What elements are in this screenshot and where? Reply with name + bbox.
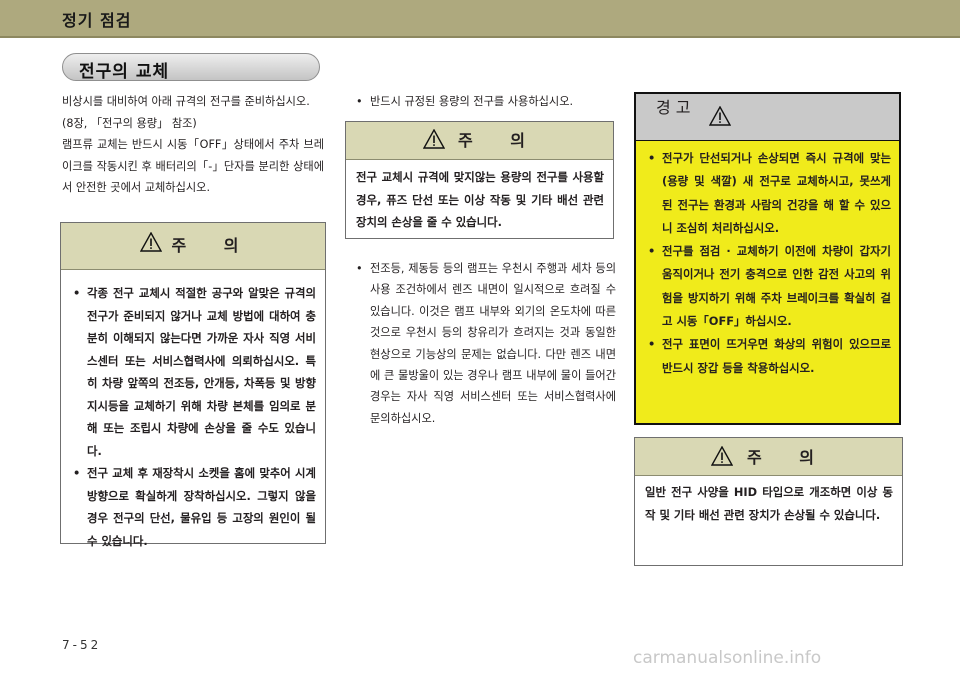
warning-triangle-icon (709, 106, 731, 126)
warning-item-1: 전구가 단선되거나 손상되면 즉시 규격에 맞는(용량 및 색깔) 새 전구로 … (640, 147, 891, 240)
caution-box-right: 주 의 일반 전구 사양을 HID 타입으로 개조하면 이상 동작 및 기타 배… (634, 437, 903, 566)
caution-left-list: 각종 전구 교체시 적절한 공구와 알맞은 규격의 전구가 준비되지 않거나 교… (61, 270, 325, 552)
warning-item-3: 전구 표면이 뜨거우면 화상의 위험이 있으므로 반드시 장갑 등을 착용하십시… (640, 333, 891, 380)
caution-box-right-header: 주 의 (635, 438, 902, 476)
middle-bottom-bullet-wrap: 전조등, 제동등 등의 램프는 우천시 주행과 세차 등의 사용 조건하에서 렌… (348, 258, 616, 429)
warning-box-title: 경 고 (656, 98, 691, 117)
caution-box-middle-header: 주 의 (346, 122, 613, 160)
caution-left-item-1: 각종 전구 교체시 적절한 공구와 알맞은 규격의 전구가 준비되지 않거나 교… (65, 282, 316, 462)
middle-top-bullet-wrap: 반드시 규정된 용량의 전구를 사용하십시오. (348, 91, 610, 113)
left-intro: 비상시를 대비하여 아래 규격의 전구를 준비하십시오. (8장, 「전구의 용… (62, 91, 324, 199)
caution-box-middle: 주 의 전구 교체시 규격에 맞지않는 용량의 전구를 사용할 경우, 퓨즈 단… (345, 121, 614, 239)
section-header-bar: 정기 점검 (0, 0, 960, 36)
caution-box-left-title: 주 의 (171, 236, 255, 255)
caution-right-text: 일반 전구 사양을 HID 타입으로 개조하면 이상 동작 및 기타 배선 관련… (645, 485, 893, 522)
caution-left-item-2: 전구 교체 후 재장착시 소켓을 홈에 맞추어 시계방향으로 확실하게 장착하십… (65, 462, 316, 552)
page-number: 7-52 (62, 638, 102, 652)
page-title: 전구의 교체 (79, 62, 170, 82)
intro-line-3: 램프류 교체는 반드시 시동「OFF」상태에서 주차 브레이크를 작동시킨 후 … (62, 138, 324, 195)
watermark-text: carmanualsonline.info (633, 648, 822, 668)
caution-box-left: 주 의 각종 전구 교체시 적절한 공구와 알맞은 규격의 전구가 준비되지 않… (60, 222, 326, 548)
intro-line-1: 비상시를 대비하여 아래 규격의 전구를 준비하십시오. (62, 95, 310, 108)
warning-box-header: 경 고 (636, 94, 899, 141)
caution-box-left-header: 주 의 (61, 223, 325, 270)
header-rule (0, 36, 960, 38)
middle-bottom-bullet: 전조등, 제동등 등의 램프는 우천시 주행과 세차 등의 사용 조건하에서 렌… (348, 258, 616, 429)
warning-list: 전구가 단선되거나 손상되면 즉시 규격에 맞는(용량 및 색깔) 새 전구로 … (636, 141, 899, 380)
intro-line-2: (8장, 「전구의 용량」 참조) (62, 116, 197, 130)
warning-box: 경 고 전구가 단선되거나 손상되면 즉시 규격에 맞는(용량 및 색깔) 새 … (634, 92, 901, 425)
middle-top-list: 반드시 규정된 용량의 전구를 사용하십시오. (348, 91, 610, 113)
caution-box-middle-title: 주 의 (457, 131, 541, 150)
middle-top-bullet: 반드시 규정된 용량의 전구를 사용하십시오. (348, 91, 610, 113)
section-title: 정기 점검 (62, 11, 132, 30)
caution-middle-text: 전구 교체시 규격에 맞지않는 용량의 전구를 사용할 경우, 퓨즈 단선 또는… (356, 170, 604, 229)
middle-bottom-list: 전조등, 제동등 등의 램프는 우천시 주행과 세차 등의 사용 조건하에서 렌… (348, 258, 616, 429)
page-title-pill: 전구의 교체 (62, 53, 320, 82)
caution-box-right-title: 주 의 (746, 448, 830, 467)
warning-item-2: 전구를 점검 · 교체하기 이전에 차량이 갑자기 움직이거나 전기 충격으로 … (640, 240, 891, 333)
